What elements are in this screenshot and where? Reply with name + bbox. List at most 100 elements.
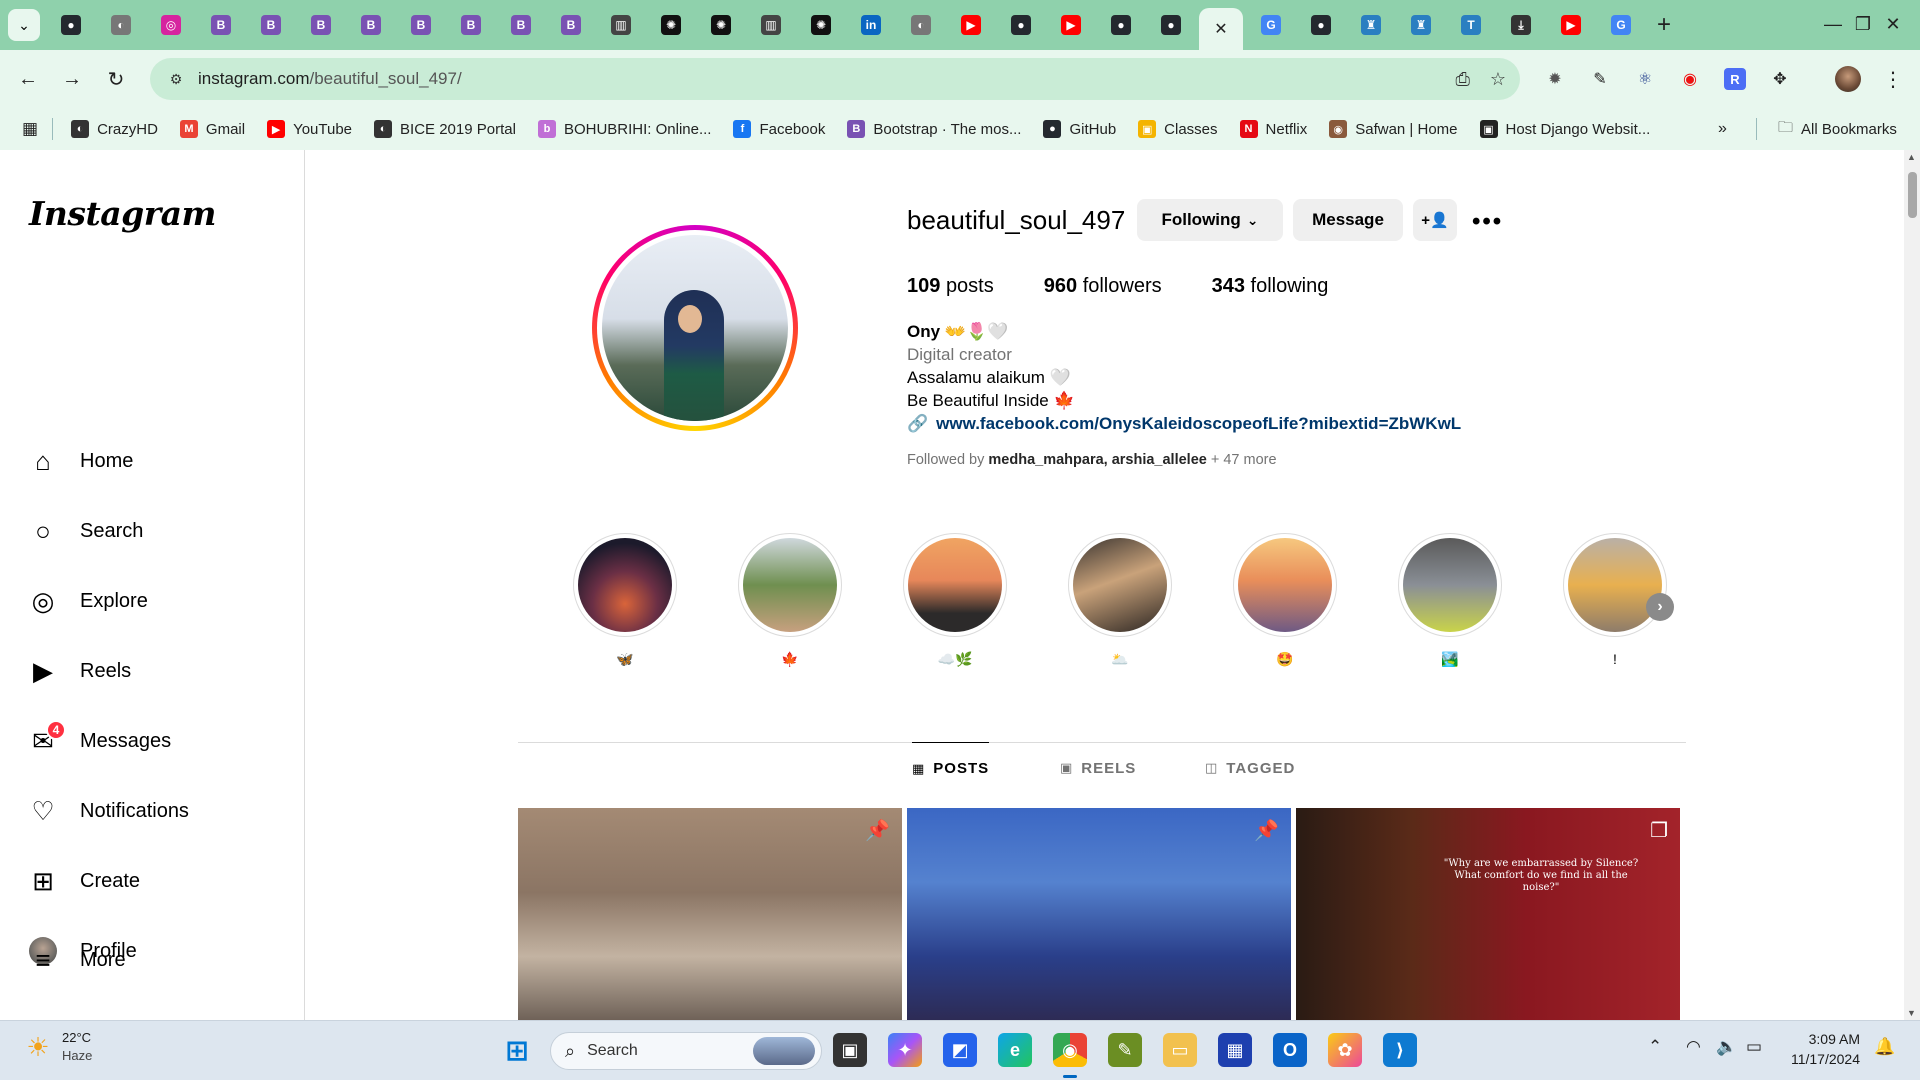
tab-posts[interactable]: ▦ POSTS bbox=[912, 742, 990, 794]
browser-tab[interactable]: B bbox=[446, 5, 496, 45]
browser-tab[interactable]: ✺ bbox=[646, 5, 696, 45]
photos-icon[interactable]: ✿ bbox=[1328, 1033, 1362, 1067]
r-extension-icon[interactable]: R bbox=[1724, 68, 1746, 90]
show-hidden-icons[interactable]: ⌃ bbox=[1648, 1037, 1662, 1057]
paint-icon[interactable]: ✎ bbox=[1108, 1033, 1142, 1067]
chrome-icon[interactable]: ◉ bbox=[1053, 1033, 1087, 1067]
story-highlight[interactable]: 🏞️ bbox=[1398, 533, 1502, 669]
browser-tab[interactable]: G bbox=[1596, 5, 1646, 45]
vscode-icon[interactable]: ⟩ bbox=[1383, 1033, 1417, 1067]
profile-picture[interactable] bbox=[592, 225, 798, 431]
opera-extension-icon[interactable]: ◉ bbox=[1675, 64, 1705, 94]
bookmark-item[interactable]: ▣ Classes bbox=[1138, 120, 1218, 138]
post-thumbnail[interactable]: 📌 bbox=[518, 808, 902, 1020]
forward-button[interactable]: → bbox=[52, 59, 92, 99]
edge-icon[interactable]: e bbox=[998, 1033, 1032, 1067]
bookmark-item[interactable]: b BOHUBRIHI: Online... bbox=[537, 120, 711, 138]
address-bar[interactable]: ⚙ instagram.com/beautiful_soul_497/ ⎙ ☆ bbox=[150, 58, 1520, 100]
browser-tab[interactable]: ◐ bbox=[896, 5, 946, 45]
browser-tab[interactable]: ● bbox=[46, 5, 96, 45]
story-highlight[interactable]: 🌥️ bbox=[1068, 533, 1172, 669]
suggest-user-button[interactable]: +👤 bbox=[1413, 199, 1457, 241]
browser-tab[interactable]: ▶ bbox=[1546, 5, 1596, 45]
new-tab-button[interactable]: + bbox=[1646, 7, 1682, 43]
scrollbar-thumb[interactable] bbox=[1908, 172, 1917, 218]
task-view-icon[interactable]: ▣ bbox=[833, 1033, 867, 1067]
browser-tab[interactable]: ▥ bbox=[746, 5, 796, 45]
volume-icon[interactable]: 🔈 bbox=[1716, 1037, 1737, 1057]
browser-tab[interactable]: ⤓ bbox=[1496, 5, 1546, 45]
tab-tagged[interactable]: ◫ TAGGED bbox=[1205, 742, 1295, 794]
menu-kebab-icon[interactable]: ⋮ bbox=[1878, 64, 1908, 94]
react-extension-icon[interactable]: ⚛ bbox=[1630, 64, 1660, 94]
followers-count[interactable]: 960 followers bbox=[1044, 275, 1162, 298]
url-text[interactable]: instagram.com/beautiful_soul_497/ bbox=[198, 69, 462, 89]
browser-tab[interactable]: ▶ bbox=[1046, 5, 1096, 45]
notification-bell-icon[interactable]: 🔔 bbox=[1874, 1037, 1895, 1057]
reload-button[interactable]: ↻ bbox=[96, 59, 136, 99]
sidebar-item-search[interactable]: ○ Search bbox=[12, 503, 292, 559]
browser-tab[interactable]: ● bbox=[1096, 5, 1146, 45]
browser-tab[interactable]: ▥ bbox=[596, 5, 646, 45]
browser-tab[interactable]: B bbox=[546, 5, 596, 45]
active-tab[interactable]: ✕ bbox=[1199, 8, 1243, 50]
browser-tab[interactable]: ◎ bbox=[146, 5, 196, 45]
browser-tab[interactable]: B bbox=[196, 5, 246, 45]
bookmark-item[interactable]: ▣ Host Django Websit... bbox=[1479, 120, 1650, 138]
browser-tab[interactable]: G bbox=[1246, 5, 1296, 45]
browser-tab[interactable]: B bbox=[496, 5, 546, 45]
close-window-button[interactable]: ✕ bbox=[1864, 0, 1920, 48]
profile-avatar[interactable] bbox=[1835, 66, 1861, 92]
bookmark-item[interactable]: B Bootstrap · The mos... bbox=[847, 120, 1021, 138]
following-button[interactable]: Following ⌄ bbox=[1137, 199, 1283, 241]
profile-link[interactable]: www.facebook.com/OnysKaleidoscopeofLife?… bbox=[936, 414, 1461, 433]
instagram-logo[interactable]: Instagram bbox=[29, 194, 216, 233]
more-bookmarks-icon[interactable]: » bbox=[1718, 120, 1727, 138]
windows-start-icon[interactable]: ⊞ bbox=[500, 1033, 534, 1067]
post-thumbnail[interactable]: ❐ "Why are we embarrassed by Silence? Wha… bbox=[1296, 808, 1680, 1020]
browser-tab[interactable]: B bbox=[296, 5, 346, 45]
sidebar-item-home[interactable]: ⌂ Home bbox=[12, 433, 292, 489]
sidebar-item-messages[interactable]: ✉ 4 Messages bbox=[12, 713, 292, 769]
browser-tab[interactable]: B bbox=[396, 5, 446, 45]
browser-tab[interactable]: ♜ bbox=[1346, 5, 1396, 45]
browser-tab[interactable]: T bbox=[1446, 5, 1496, 45]
browser-tab[interactable]: ♜ bbox=[1396, 5, 1446, 45]
sidebar-item-notifications[interactable]: ♡ Notifications bbox=[12, 783, 292, 839]
file-explorer-icon[interactable]: ▭ bbox=[1163, 1033, 1197, 1067]
page-scrollbar[interactable]: ▲ ▼ bbox=[1904, 150, 1920, 1020]
message-button[interactable]: Message bbox=[1293, 199, 1403, 241]
sidebar-item-more[interactable]: ≡ More bbox=[12, 932, 292, 988]
all-bookmarks-button[interactable]: 🗀 All Bookmarks bbox=[1778, 117, 1897, 142]
sidebar-item-create[interactable]: ⊞ Create bbox=[12, 853, 292, 909]
browser-tab[interactable]: ✺ bbox=[796, 5, 846, 45]
tab-reels[interactable]: ▣ REELS bbox=[1060, 742, 1136, 794]
browser-tab[interactable]: ✺ bbox=[696, 5, 746, 45]
pen-extension-icon[interactable]: ✎ bbox=[1585, 64, 1615, 94]
bookmark-item[interactable]: ◐ BICE 2019 Portal bbox=[374, 120, 516, 138]
copilot-icon[interactable]: ✦ bbox=[888, 1033, 922, 1067]
bookmark-item[interactable]: f Facebook bbox=[733, 120, 825, 138]
browser-tab[interactable]: ◐ bbox=[96, 5, 146, 45]
story-highlight[interactable]: 🍁 bbox=[738, 533, 842, 669]
sidebar-item-reels[interactable]: ▶ Reels bbox=[12, 643, 292, 699]
store-icon[interactable]: ◩ bbox=[943, 1033, 977, 1067]
post-thumbnail[interactable]: 📌 bbox=[907, 808, 1291, 1020]
wifi-icon[interactable]: ◠ bbox=[1686, 1037, 1701, 1057]
weather-widget[interactable]: ☀ 22°C Haze bbox=[22, 1029, 92, 1065]
install-app-icon[interactable]: ⎙ bbox=[1455, 69, 1469, 90]
followed-by[interactable]: Followed by medha_mahpara, arshia_allele… bbox=[907, 452, 1277, 468]
browser-tab[interactable]: ● bbox=[996, 5, 1046, 45]
browser-tab[interactable]: B bbox=[246, 5, 296, 45]
bookmark-item[interactable]: ▶ YouTube bbox=[267, 120, 352, 138]
bookmark-item[interactable]: ● GitHub bbox=[1043, 120, 1116, 138]
browser-tab[interactable]: B bbox=[346, 5, 396, 45]
bug-extension-icon[interactable]: ✹ bbox=[1540, 64, 1570, 94]
bookmark-item[interactable]: M Gmail bbox=[179, 120, 245, 138]
highlights-next-button[interactable]: › bbox=[1646, 593, 1674, 621]
bookmark-item[interactable]: ◐ CrazyHD bbox=[71, 120, 158, 138]
options-icon[interactable]: ••• bbox=[1472, 208, 1503, 236]
extensions-puzzle-icon[interactable]: ✥ bbox=[1765, 64, 1795, 94]
browser-tab[interactable]: ● bbox=[1146, 5, 1196, 45]
back-button[interactable]: ← bbox=[8, 59, 48, 99]
